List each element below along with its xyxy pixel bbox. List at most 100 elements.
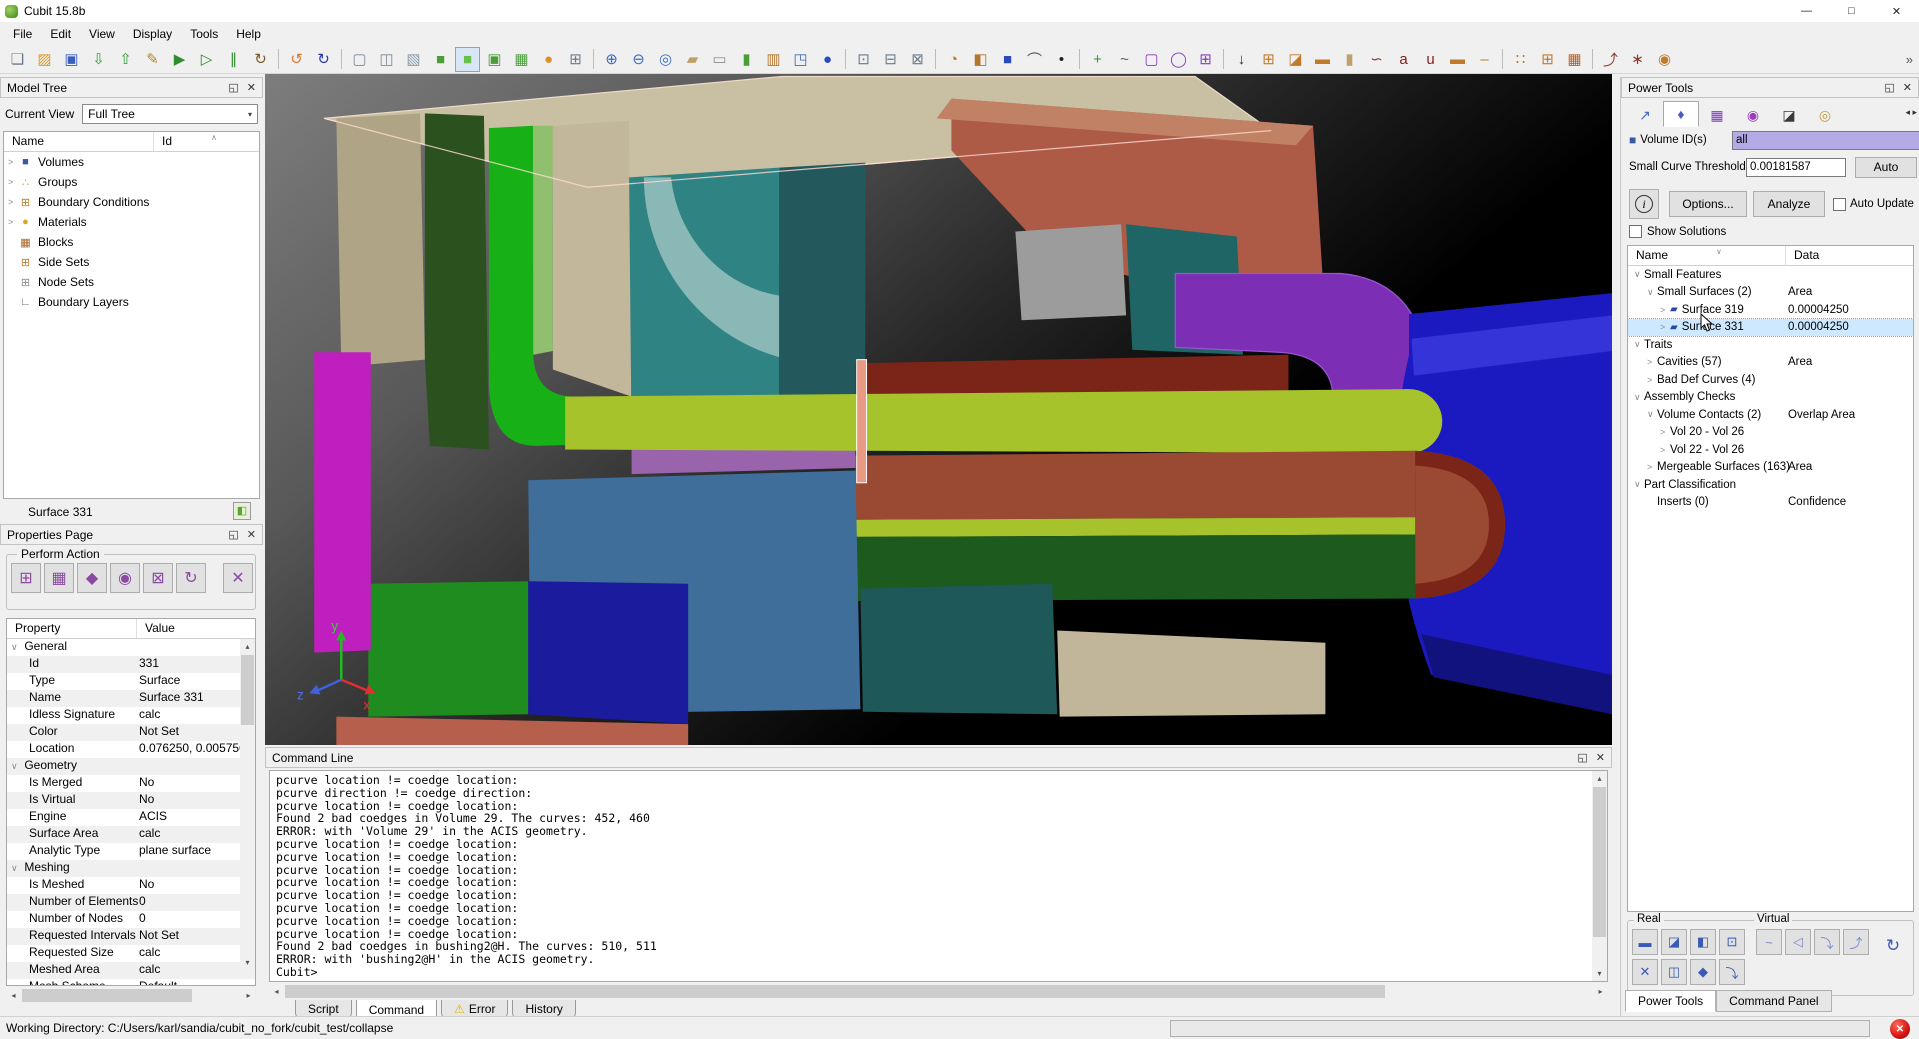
tree-item-side-sets[interactable]: ⊞Side Sets bbox=[4, 252, 259, 272]
explode-view-icon[interactable]: ∗ bbox=[1625, 47, 1650, 72]
scroll-up-icon[interactable]: ▴ bbox=[1592, 771, 1607, 786]
scroll-thumb[interactable] bbox=[285, 985, 1385, 998]
diag-part-classification[interactable]: ∨Part Classification bbox=[1628, 476, 1913, 494]
small-curve-threshold-input[interactable]: 0.00181587 bbox=[1746, 158, 1846, 177]
select-volume-icon[interactable]: ⊡ bbox=[851, 47, 876, 72]
expander-icon[interactable]: > bbox=[8, 157, 18, 167]
expander-icon[interactable]: ∨ bbox=[1634, 269, 1644, 280]
geometry-tools-tab[interactable]: ↗ bbox=[1627, 103, 1663, 127]
partition-surface-button[interactable]: ◁ bbox=[1785, 929, 1811, 955]
collapse-vertex-button[interactable]: ⤴ bbox=[1843, 929, 1869, 955]
webcut-sheet-icon[interactable]: ▬ bbox=[1445, 47, 1470, 72]
property-row[interactable]: TypeSurface bbox=[7, 673, 255, 690]
menu-view[interactable]: View bbox=[80, 24, 124, 44]
auto-button[interactable]: Auto bbox=[1855, 157, 1917, 178]
partition-curve-button[interactable]: ~ bbox=[1756, 929, 1782, 955]
refresh-tools-button[interactable]: ↻ bbox=[1880, 933, 1906, 959]
scroll-thumb[interactable] bbox=[241, 655, 254, 725]
column-data[interactable]: Data bbox=[1786, 246, 1827, 265]
diagnostics-tab[interactable]: ♦ bbox=[1663, 101, 1699, 127]
menu-display[interactable]: Display bbox=[124, 24, 181, 44]
diag-volume-contacts-2[interactable]: ∨Volume Contacts (2)Overlap Area bbox=[1628, 406, 1913, 424]
minimize-button[interactable]: — bbox=[1784, 0, 1829, 22]
diag-small-features[interactable]: ∨Small Features bbox=[1628, 266, 1913, 284]
close-panel-icon[interactable]: ✕ bbox=[247, 81, 256, 94]
measure-cube-icon[interactable]: ◧ bbox=[968, 47, 993, 72]
open-file-icon[interactable]: ▨ bbox=[32, 47, 57, 72]
scroll-thumb[interactable] bbox=[22, 989, 192, 1002]
scroll-right-icon[interactable]: ▸ bbox=[1593, 984, 1608, 999]
entity-status-icon[interactable]: ◧ bbox=[233, 502, 251, 520]
scroll-thumb[interactable] bbox=[1593, 787, 1606, 937]
property-row[interactable]: NameSurface 331 bbox=[7, 690, 255, 707]
refresh-action-button[interactable]: ↻ bbox=[176, 563, 206, 593]
tree-item-boundary-conditions[interactable]: >⊞Boundary Conditions bbox=[4, 192, 259, 212]
split-surface-button[interactable]: ◧ bbox=[1690, 929, 1716, 955]
meshing-tools-tab[interactable]: ▦ bbox=[1699, 103, 1735, 127]
view-clip-grid-icon[interactable]: ⊞ bbox=[563, 47, 588, 72]
property-row[interactable]: Id331 bbox=[7, 656, 255, 673]
mesh-grid-icon[interactable]: ⊞ bbox=[1535, 47, 1560, 72]
property-row[interactable]: Idless Signaturecalc bbox=[7, 707, 255, 724]
scroll-down-icon[interactable]: ▾ bbox=[240, 955, 255, 970]
view-wireframe-icon[interactable]: ▢ bbox=[347, 47, 372, 72]
property-row[interactable]: ∨ Geometry bbox=[7, 758, 255, 775]
expander-icon[interactable]: > bbox=[1660, 322, 1670, 332]
diag-vol-20---vol-26[interactable]: >Vol 20 - Vol 26 bbox=[1628, 424, 1913, 442]
zoom-in-icon[interactable]: ⊕ bbox=[599, 47, 624, 72]
graphics-viewport[interactable]: y x z bbox=[265, 74, 1612, 745]
view-mesh-icon[interactable]: ▣ bbox=[482, 47, 507, 72]
composite-surface-button[interactable]: ◪ bbox=[1661, 929, 1687, 955]
play-journal-icon[interactable]: ▶ bbox=[167, 47, 192, 72]
create-vertex-icon[interactable]: + bbox=[1085, 47, 1110, 72]
play-journal-file-icon[interactable]: ▷ bbox=[194, 47, 219, 72]
diag-bad-def-curves-4[interactable]: >Bad Def Curves (4) bbox=[1628, 371, 1913, 389]
expander-icon[interactable]: ∨ bbox=[11, 761, 21, 772]
create-curve-icon[interactable]: ~ bbox=[1112, 47, 1137, 72]
property-row[interactable]: Surface Areacalc bbox=[7, 826, 255, 843]
export-table-icon[interactable]: ⊞ bbox=[1256, 47, 1281, 72]
view-smooth-shade-icon[interactable]: ■ bbox=[455, 47, 480, 72]
tree-item-volumes[interactable]: >■Volumes bbox=[4, 152, 259, 172]
menu-tools[interactable]: Tools bbox=[181, 24, 227, 44]
clean-geometry-button[interactable]: ◆ bbox=[1690, 959, 1716, 985]
analyze-button[interactable]: Analyze bbox=[1753, 191, 1825, 217]
property-row[interactable]: ∨ General bbox=[7, 639, 255, 656]
scroll-down-icon[interactable]: ▾ bbox=[1592, 966, 1607, 981]
view-sphere-icon[interactable]: ● bbox=[815, 47, 840, 72]
annotate-a-icon[interactable]: a bbox=[1391, 47, 1416, 72]
create-surface-icon[interactable]: ▢ bbox=[1139, 47, 1164, 72]
expander-icon[interactable]: > bbox=[1647, 462, 1657, 472]
zoom-out-icon[interactable]: ⊖ bbox=[626, 47, 651, 72]
entity-cube-icon[interactable]: ■ bbox=[995, 47, 1020, 72]
diag-vol-22---vol-26[interactable]: >Vol 22 - Vol 26 bbox=[1628, 441, 1913, 459]
command-output[interactable]: pcurve location != coedge location: pcur… bbox=[269, 770, 1608, 982]
tree-item-materials[interactable]: >●Materials bbox=[4, 212, 259, 232]
clip-plane-icon[interactable]: ▭ bbox=[707, 47, 732, 72]
arc-tool-icon[interactable]: ⌒ bbox=[1022, 47, 1047, 72]
expander-icon[interactable]: ∨ bbox=[1647, 287, 1657, 298]
menu-edit[interactable]: Edit bbox=[41, 24, 80, 44]
export-file-icon[interactable]: ⇧ bbox=[113, 47, 138, 72]
quality-action-button[interactable]: ◉ bbox=[110, 563, 140, 593]
transform-tab[interactable]: ◪ bbox=[1771, 103, 1807, 127]
expander-icon[interactable]: > bbox=[1660, 305, 1670, 315]
column-name[interactable]: Name bbox=[4, 132, 154, 151]
collapse-surface-button[interactable]: ⊡ bbox=[1719, 929, 1745, 955]
import-file-icon[interactable]: ⇩ bbox=[86, 47, 111, 72]
select-curve-icon[interactable]: ⊠ bbox=[905, 47, 930, 72]
collapse-curve-button[interactable]: ⤵ bbox=[1814, 929, 1840, 955]
expander-icon[interactable]: ∨ bbox=[11, 642, 21, 653]
scroll-right-icon[interactable]: ▸ bbox=[241, 988, 256, 1003]
property-row[interactable]: Is MergedNo bbox=[7, 775, 255, 792]
interrupt-button[interactable]: ✕ bbox=[1890, 1019, 1910, 1039]
expander-icon[interactable]: ∨ bbox=[11, 863, 21, 874]
scroll-left-icon[interactable]: ◂ bbox=[269, 984, 284, 999]
diag-inserts-0[interactable]: Inserts (0)Confidence bbox=[1628, 494, 1913, 512]
tree-item-groups[interactable]: >∴Groups bbox=[4, 172, 259, 192]
tree-item-boundary-layers[interactable]: ∟Boundary Layers bbox=[4, 292, 259, 312]
repair-tool-icon[interactable]: ⤴ bbox=[1598, 47, 1623, 72]
smooth-action-button[interactable]: ◆ bbox=[77, 563, 107, 593]
view-perspective-icon[interactable]: ● bbox=[536, 47, 561, 72]
view-transparent-icon[interactable]: ▧ bbox=[401, 47, 426, 72]
